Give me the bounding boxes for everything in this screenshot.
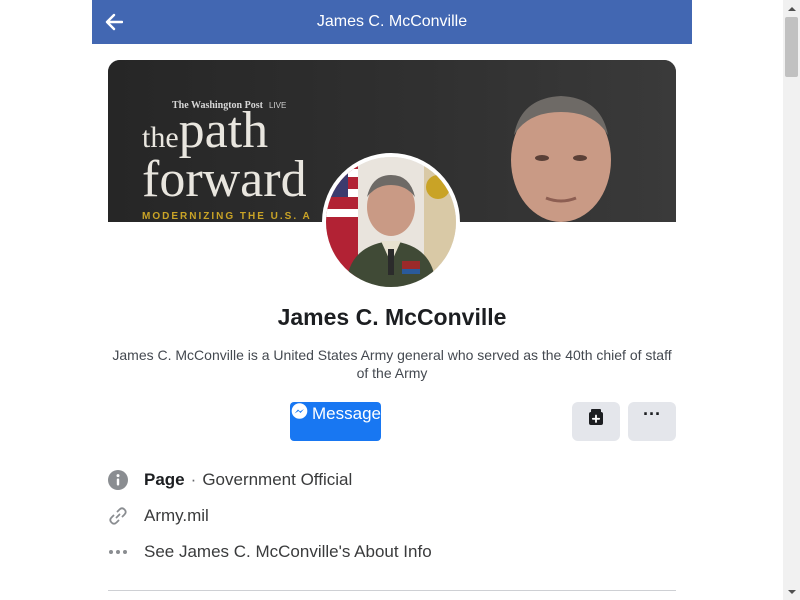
save-button[interactable] [572, 402, 620, 441]
scroll-down-icon[interactable] [783, 583, 800, 600]
scrollbar-thumb[interactable] [785, 17, 798, 77]
info-icon [108, 470, 128, 490]
cover-headline-small: the [142, 121, 179, 154]
cover-portrait-image [511, 96, 611, 222]
more-dots-icon [108, 542, 128, 562]
category-value: Government Official [202, 470, 353, 489]
info-row-about[interactable]: See James C. McConville's About Info [108, 540, 676, 564]
section-divider [108, 590, 676, 591]
about-link[interactable]: See James C. McConville's About Info [144, 542, 432, 562]
more-icon: ··· [643, 404, 661, 424]
page-title: James C. McConville [316, 13, 468, 30]
message-button[interactable]: Message [290, 402, 381, 441]
top-bar: James C. McConville [92, 0, 692, 44]
website-link[interactable]: Army.mil [144, 506, 209, 526]
vertical-scrollbar[interactable] [783, 0, 800, 600]
info-row-website[interactable]: Army.mil [108, 504, 676, 528]
cover-headline-line2: forward [142, 151, 307, 209]
category-title: Page [144, 470, 185, 489]
message-button-label: Message [312, 404, 381, 423]
messenger-icon [291, 403, 308, 419]
profile-avatar[interactable] [322, 153, 460, 291]
bookmark-plus-icon [589, 409, 603, 425]
cover-headline: thepath forward [142, 105, 307, 209]
profile-name: James C. McConville [277, 304, 507, 330]
back-button[interactable] [102, 10, 126, 34]
category-separator: · [190, 470, 197, 489]
info-row-category: Page · Government Official [108, 468, 676, 492]
more-button[interactable]: ··· [628, 402, 676, 441]
scroll-up-icon[interactable] [783, 0, 800, 17]
link-icon [108, 506, 128, 526]
arrow-left-icon [105, 13, 123, 31]
profile-description: James C. McConville is a United States A… [112, 347, 672, 381]
page: James C. McConville The Washington Post L… [0, 0, 800, 600]
cover-tagline: MODERNIZING THE U.S. A [142, 211, 312, 222]
avatar-image [326, 157, 456, 287]
